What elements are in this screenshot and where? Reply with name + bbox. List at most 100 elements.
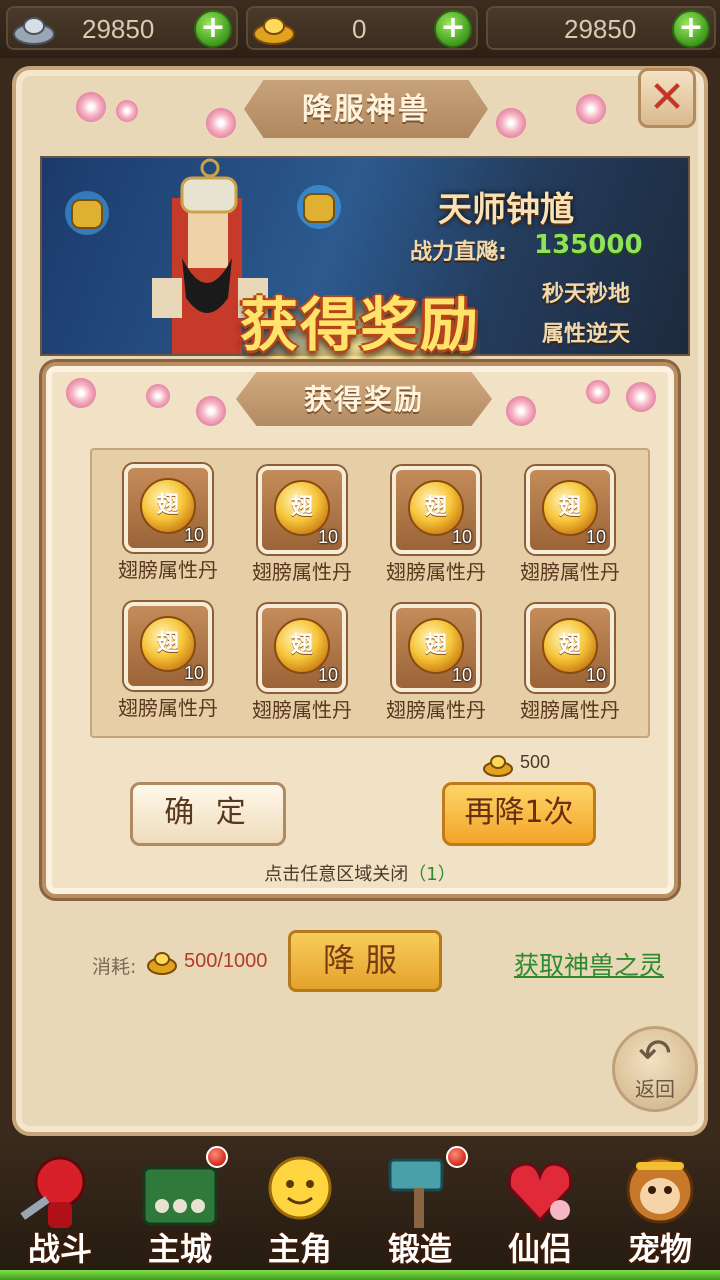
reward-item[interactable]: 翅 10 翅膀属性丹: [498, 594, 628, 724]
close-hint: 点击任意区域关闭（1）: [46, 860, 674, 886]
blossom-decoration: [76, 92, 106, 122]
bottom-nav: 战斗 主城 主角 锻造 仙侣 宠物: [0, 1138, 720, 1280]
close-hint-text: 点击任意区域关闭: [264, 864, 409, 885]
reward-banner-text: 获得奖励: [239, 291, 480, 359]
item-name: 翅膀属性丹: [118, 558, 218, 582]
hero-name: 天师钟馗: [438, 190, 574, 230]
item-quantity: 10: [183, 663, 204, 683]
nav-item-city[interactable]: 主城: [122, 1144, 238, 1272]
retry-price: 500: [520, 752, 551, 772]
gold-ingot-icon: [483, 755, 513, 777]
reward-item[interactable]: 翅 10 翅膀属性丹: [96, 592, 226, 722]
hero-power-label: 战力直飚:: [410, 240, 507, 265]
item-frame: 翅 10: [526, 604, 614, 692]
nav-label: 主角: [267, 1230, 332, 1268]
notification-badge: [446, 1146, 468, 1168]
item-frame: 翅 10: [124, 602, 212, 690]
reward-item[interactable]: 翅 10 翅膀属性丹: [230, 456, 360, 586]
blossom-decoration: [196, 396, 226, 426]
item-frame: 翅 10: [392, 604, 480, 692]
item-name: 翅膀属性丹: [252, 560, 352, 584]
reward-item[interactable]: 翅 10 翅膀属性丹: [498, 456, 628, 586]
nav-item-pet[interactable]: 宠物: [602, 1144, 718, 1272]
nav-item-forge[interactable]: 锻造: [362, 1144, 478, 1272]
gold-ingot-icon: [147, 952, 177, 975]
hero-tag-1: 秒天秒地: [542, 282, 631, 307]
add-gold-button[interactable]: +: [434, 10, 472, 48]
item-name: 翅膀属性丹: [520, 698, 620, 722]
item-frame: 翅 10: [392, 466, 480, 554]
close-icon: ✕: [648, 72, 686, 123]
blossom-decoration: [496, 108, 526, 138]
nav-label: 宠物: [627, 1230, 692, 1268]
blossom-decoration: [66, 378, 96, 408]
silver-currency: 29850 +: [6, 6, 238, 50]
item-quantity: 10: [451, 527, 472, 547]
item-frame: 翅 10: [124, 464, 212, 552]
nav-label: 战斗: [27, 1230, 92, 1268]
blossom-decoration: [586, 380, 610, 404]
item-name: 翅膀属性丹: [386, 698, 486, 722]
back-label: 返回: [635, 1077, 675, 1101]
tame-again-button[interactable]: 再降1次: [442, 782, 596, 846]
get-beast-spirit-link[interactable]: 获取神兽之灵: [514, 946, 664, 982]
silver-ingot-icon: [13, 17, 55, 45]
silver-amount: 29850: [82, 14, 155, 44]
nav-label: 主城: [147, 1230, 212, 1268]
nav-label: 锻造: [387, 1230, 452, 1268]
tame-button[interactable]: 降服: [288, 930, 442, 992]
other-currency: 29850 +: [486, 6, 716, 50]
nav-item-partner[interactable]: 仙侣: [482, 1144, 598, 1272]
item-quantity: 10: [317, 527, 338, 547]
reward-item[interactable]: 翅 10 翅膀属性丹: [230, 594, 360, 724]
bottom-progress-strip: [0, 1270, 720, 1280]
item-name: 翅膀属性丹: [252, 698, 352, 722]
notification-badge: [206, 1146, 228, 1168]
spirit-mask-icon: [65, 191, 109, 235]
currency-bar: 29850 + 0 + 29850 +: [0, 0, 720, 58]
item-quantity: 10: [183, 525, 204, 545]
blossom-decoration: [206, 108, 236, 138]
add-silver-button[interactable]: +: [194, 10, 232, 48]
blossom-decoration: [116, 100, 138, 122]
reward-item[interactable]: 翅 10 翅膀属性丹: [96, 454, 226, 584]
reward-grid: 翅 10 翅膀属性丹 翅 10 翅膀属性丹 翅 10 翅膀属性丹 翅 10 翅膀…: [90, 448, 650, 738]
hero-icon: [268, 1156, 332, 1220]
pet-icon: [626, 1156, 694, 1224]
battle-icon: [20, 1156, 86, 1228]
item-quantity: 10: [317, 665, 338, 685]
item-quantity: 10: [451, 665, 472, 685]
blossom-decoration: [506, 396, 536, 426]
reward-item[interactable]: 翅 10 翅膀属性丹: [364, 594, 494, 724]
nav-label: 仙侣: [507, 1230, 572, 1268]
item-quantity: 10: [585, 665, 606, 685]
close-button[interactable]: ✕: [638, 68, 696, 128]
item-name: 翅膀属性丹: [118, 696, 218, 720]
back-button[interactable]: ↶ 返回: [612, 1026, 698, 1112]
reward-item[interactable]: 翅 10 翅膀属性丹: [364, 456, 494, 586]
hero-tag-2: 属性逆天: [542, 322, 631, 347]
blossom-decoration: [576, 94, 606, 124]
progress-fill: [0, 1270, 720, 1280]
hero-power-value: 135000: [534, 230, 643, 260]
item-frame: 翅 10: [258, 466, 346, 554]
gold-ingot-icon: [253, 17, 295, 45]
item-quantity: 10: [585, 527, 606, 547]
cost-label: 消耗:: [92, 956, 137, 978]
add-other-button[interactable]: +: [672, 10, 710, 48]
reward-dialog[interactable]: 获得奖励 翅 10 翅膀属性丹 翅 10 翅膀属性丹 翅 10 翅膀属性丹 翅 …: [42, 362, 678, 898]
nav-item-hero[interactable]: 主角: [242, 1144, 358, 1272]
blossom-decoration: [626, 382, 656, 412]
other-amount: 29850: [564, 14, 637, 44]
gold-currency: 0 +: [246, 6, 478, 50]
confirm-button[interactable]: 确 定: [130, 782, 286, 846]
nav-item-battle[interactable]: 战斗: [2, 1144, 118, 1272]
spirit-mask-icon: [297, 185, 341, 229]
item-frame: 翅 10: [258, 604, 346, 692]
gold-amount: 0: [352, 14, 367, 44]
item-name: 翅膀属性丹: [386, 560, 486, 584]
blossom-decoration: [146, 384, 170, 408]
window-title: 降服神兽: [302, 92, 430, 127]
item-name: 翅膀属性丹: [520, 560, 620, 584]
back-arrow-icon: ↶: [638, 1031, 672, 1077]
